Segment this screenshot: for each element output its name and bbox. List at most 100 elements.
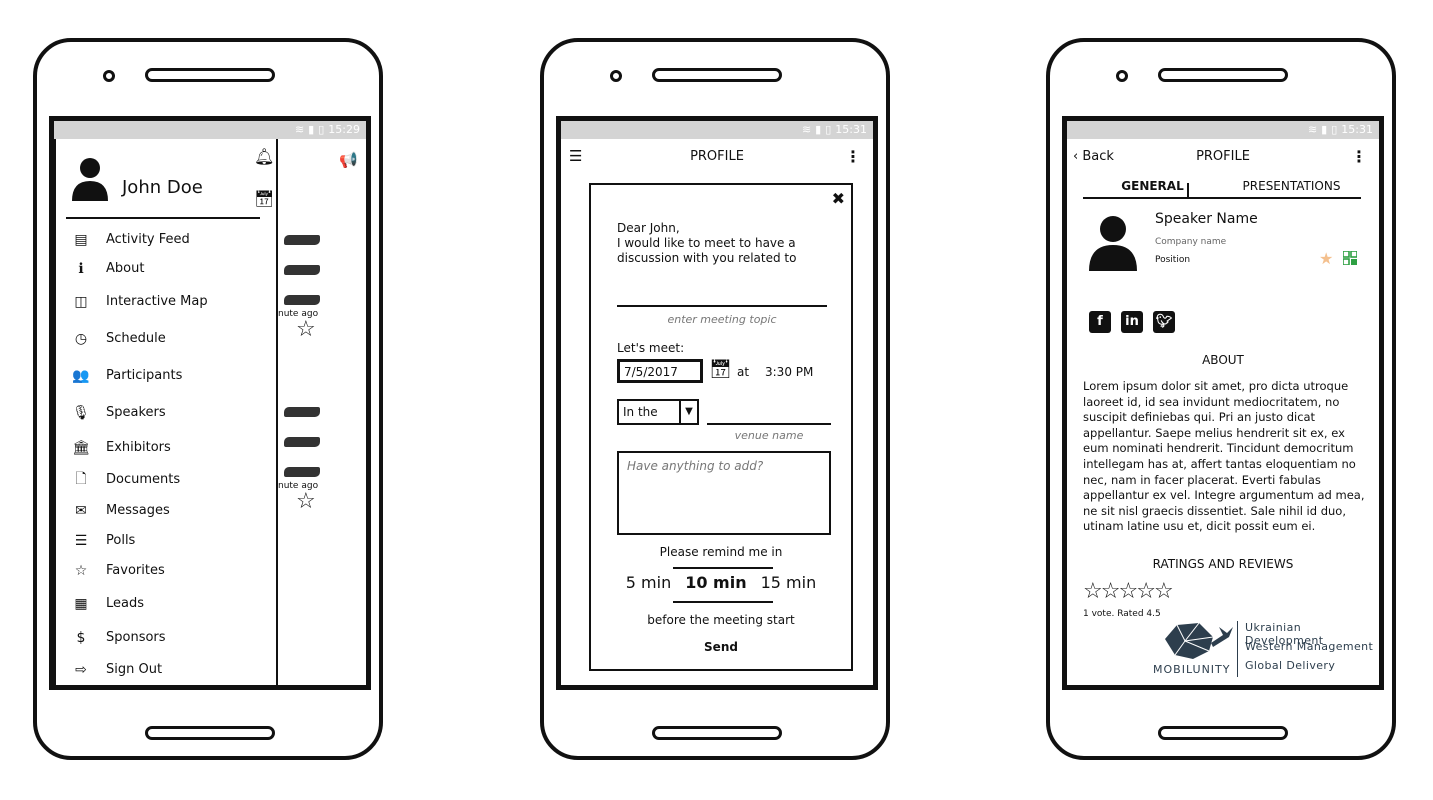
app-bar: ☰ PROFILE ⋮ xyxy=(561,139,873,173)
phone-mockup-meeting: ≋ ▮ ▯ 15:31 ☰ PROFILE ⋮ ✖ Dear John, I woul… xyxy=(540,38,890,760)
hamburger-menu-icon[interactable]: ☰ xyxy=(569,147,582,165)
facebook-icon[interactable]: f xyxy=(1089,311,1111,333)
menu-label: Leads xyxy=(106,596,145,611)
home-button[interactable] xyxy=(652,726,782,740)
star-icon[interactable]: ☆ xyxy=(1154,579,1174,604)
menu-item-activity-feed[interactable]: ▤ Activity Feed xyxy=(56,225,276,254)
picker-top-line xyxy=(673,567,773,569)
tab-general[interactable]: GENERAL xyxy=(1083,173,1222,197)
screen: ≋ ▮ ▯ 15:31 ☰ PROFILE ⋮ ✖ Dear John, I woul… xyxy=(556,116,878,690)
topic-input[interactable] xyxy=(617,305,827,307)
feed-item-redacted xyxy=(284,467,320,477)
star-icon[interactable]: ☆ xyxy=(1136,579,1156,604)
screen: ≋ ▮ ▯ 15:31 ‹ Back PROFILE ⋮ GENERAL PRESEN… xyxy=(1062,116,1384,690)
favorite-star-icon[interactable]: ★ xyxy=(1319,249,1333,268)
more-vertical-icon[interactable]: ⋮ xyxy=(845,147,861,166)
document-icon: 🗋 xyxy=(75,470,87,487)
menu-label: Sign Out xyxy=(106,662,163,677)
earpiece xyxy=(1158,68,1288,82)
back-button[interactable]: ‹ Back xyxy=(1073,149,1114,164)
wifi-icon: ≋ xyxy=(1307,123,1318,136)
menu-item-favorites[interactable]: ☆ Favorites xyxy=(56,555,276,586)
qr-code-icon[interactable] xyxy=(1343,251,1357,265)
close-icon[interactable]: ✖ xyxy=(832,189,845,208)
menu-item-polls[interactable]: ☰ Polls xyxy=(56,526,276,555)
star-icon[interactable]: ☆ xyxy=(296,489,316,514)
feed-item-redacted xyxy=(284,265,320,275)
more-vertical-icon[interactable]: ⋮ xyxy=(1351,147,1367,166)
navigation-drawer: John Doe 🔔︎ 📅︎ ▤ Activity Feed ℹ About ◫ In… xyxy=(54,139,278,685)
camera xyxy=(103,70,115,82)
at-label: at xyxy=(737,365,750,379)
bell-icon[interactable]: 🔔︎ xyxy=(254,147,274,166)
users-icon: 👥 xyxy=(72,367,90,384)
page-title: PROFILE xyxy=(1196,148,1250,164)
tab-presentations[interactable]: PRESENTATIONS xyxy=(1222,173,1361,197)
menu-label: Favorites xyxy=(106,563,165,578)
send-button[interactable]: Send xyxy=(591,640,851,654)
battery-icon: ▯ xyxy=(318,123,325,136)
menu-item-leads[interactable]: ▦ Leads xyxy=(56,586,276,621)
feed-item-redacted xyxy=(284,295,320,305)
remind-option-5[interactable]: 5 min xyxy=(626,573,671,592)
lets-meet-label: Let's meet: xyxy=(617,341,685,355)
menu-label: Participants xyxy=(106,368,183,383)
drawer-menu: ▤ Activity Feed ℹ About ◫ Interactive Map ◷… xyxy=(56,225,276,685)
menu-label: Schedule xyxy=(106,331,166,346)
microphone-icon: 🎙 xyxy=(72,404,90,421)
calendar-icon[interactable]: 📅︎ xyxy=(709,359,732,380)
home-button[interactable] xyxy=(145,726,275,740)
wifi-icon: ≋ xyxy=(801,123,812,136)
signal-icon: ▮ xyxy=(815,123,822,136)
chevron-left-icon: ‹ xyxy=(1073,148,1083,164)
meeting-request-dialog: ✖ Dear John, I would like to meet to hav… xyxy=(589,183,853,671)
remind-label: Please remind me in xyxy=(659,545,783,559)
menu-label: Speakers xyxy=(106,405,166,420)
position: Position xyxy=(1155,255,1191,265)
status-time: 15:31 xyxy=(835,123,867,136)
venue-prefix-select[interactable]: In the ▼ xyxy=(617,399,699,425)
time-input[interactable]: 3:30 PM xyxy=(765,365,813,379)
star-icon[interactable]: ☆ xyxy=(1083,579,1103,604)
divider xyxy=(66,217,260,219)
remind-picker[interactable]: 5 min 10 min 15 min xyxy=(591,573,851,592)
qr-code-icon: ▦ xyxy=(74,595,88,612)
rating-summary: 1 vote. Rated 4.5 xyxy=(1083,609,1161,619)
menu-item-documents[interactable]: 🗋 Documents xyxy=(56,464,276,495)
star-icon[interactable]: ☆ xyxy=(1101,579,1121,604)
rating-stars[interactable]: ☆☆☆☆☆ xyxy=(1083,579,1174,604)
menu-item-speakers[interactable]: 🎙 Speakers xyxy=(56,394,276,431)
venue-input[interactable] xyxy=(707,423,831,425)
menu-item-exhibitors[interactable]: 🏛 Exhibitors xyxy=(56,431,276,464)
menu-label: Messages xyxy=(106,503,170,518)
notes-textarea[interactable]: Have anything to add? xyxy=(617,451,831,535)
menu-item-about[interactable]: ℹ About xyxy=(56,254,276,283)
linkedin-icon[interactable]: in xyxy=(1121,311,1143,333)
menu-item-interactive-map[interactable]: ◫ Interactive Map xyxy=(56,283,276,320)
home-button[interactable] xyxy=(1158,726,1288,740)
wifi-icon: ≋ xyxy=(294,123,305,136)
megaphone-icon[interactable]: 📢 xyxy=(339,151,358,169)
star-icon[interactable]: ☆ xyxy=(296,317,316,342)
menu-label: Documents xyxy=(106,472,181,487)
envelope-icon: ✉ xyxy=(75,502,87,519)
calendar-icon[interactable]: 📅︎ xyxy=(254,189,274,208)
star-icon[interactable]: ☆ xyxy=(1118,579,1138,604)
sign-out-icon: ⇨ xyxy=(75,661,87,678)
phone-mockup-menu: ≋ ▮ ▯ 15:29 📢 nute ago ☆ nute ago ☆ John Do… xyxy=(33,38,383,760)
venue-placeholder: venue name xyxy=(734,429,804,442)
menu-item-schedule[interactable]: ◷ Schedule xyxy=(56,320,276,357)
twitter-icon[interactable]: 🐦︎ xyxy=(1153,311,1175,333)
remind-option-10-selected[interactable]: 10 min xyxy=(685,573,746,592)
greeting-text: Dear John, I would like to meet to have … xyxy=(617,221,837,266)
menu-item-sign-out[interactable]: ⇨ Sign Out xyxy=(56,654,276,685)
date-input[interactable]: 7/5/2017 xyxy=(617,359,703,383)
menu-item-messages[interactable]: ✉ Messages xyxy=(56,495,276,526)
page-title: PROFILE xyxy=(690,148,744,164)
brand-tagline: Global Delivery xyxy=(1245,659,1336,672)
menu-item-sponsors[interactable]: $ Sponsors xyxy=(56,621,276,654)
menu-item-participants[interactable]: 👥 Participants xyxy=(56,357,276,394)
social-links: f in 🐦︎ xyxy=(1089,311,1175,333)
signal-icon: ▮ xyxy=(1321,123,1328,136)
remind-option-15[interactable]: 15 min xyxy=(761,573,817,592)
